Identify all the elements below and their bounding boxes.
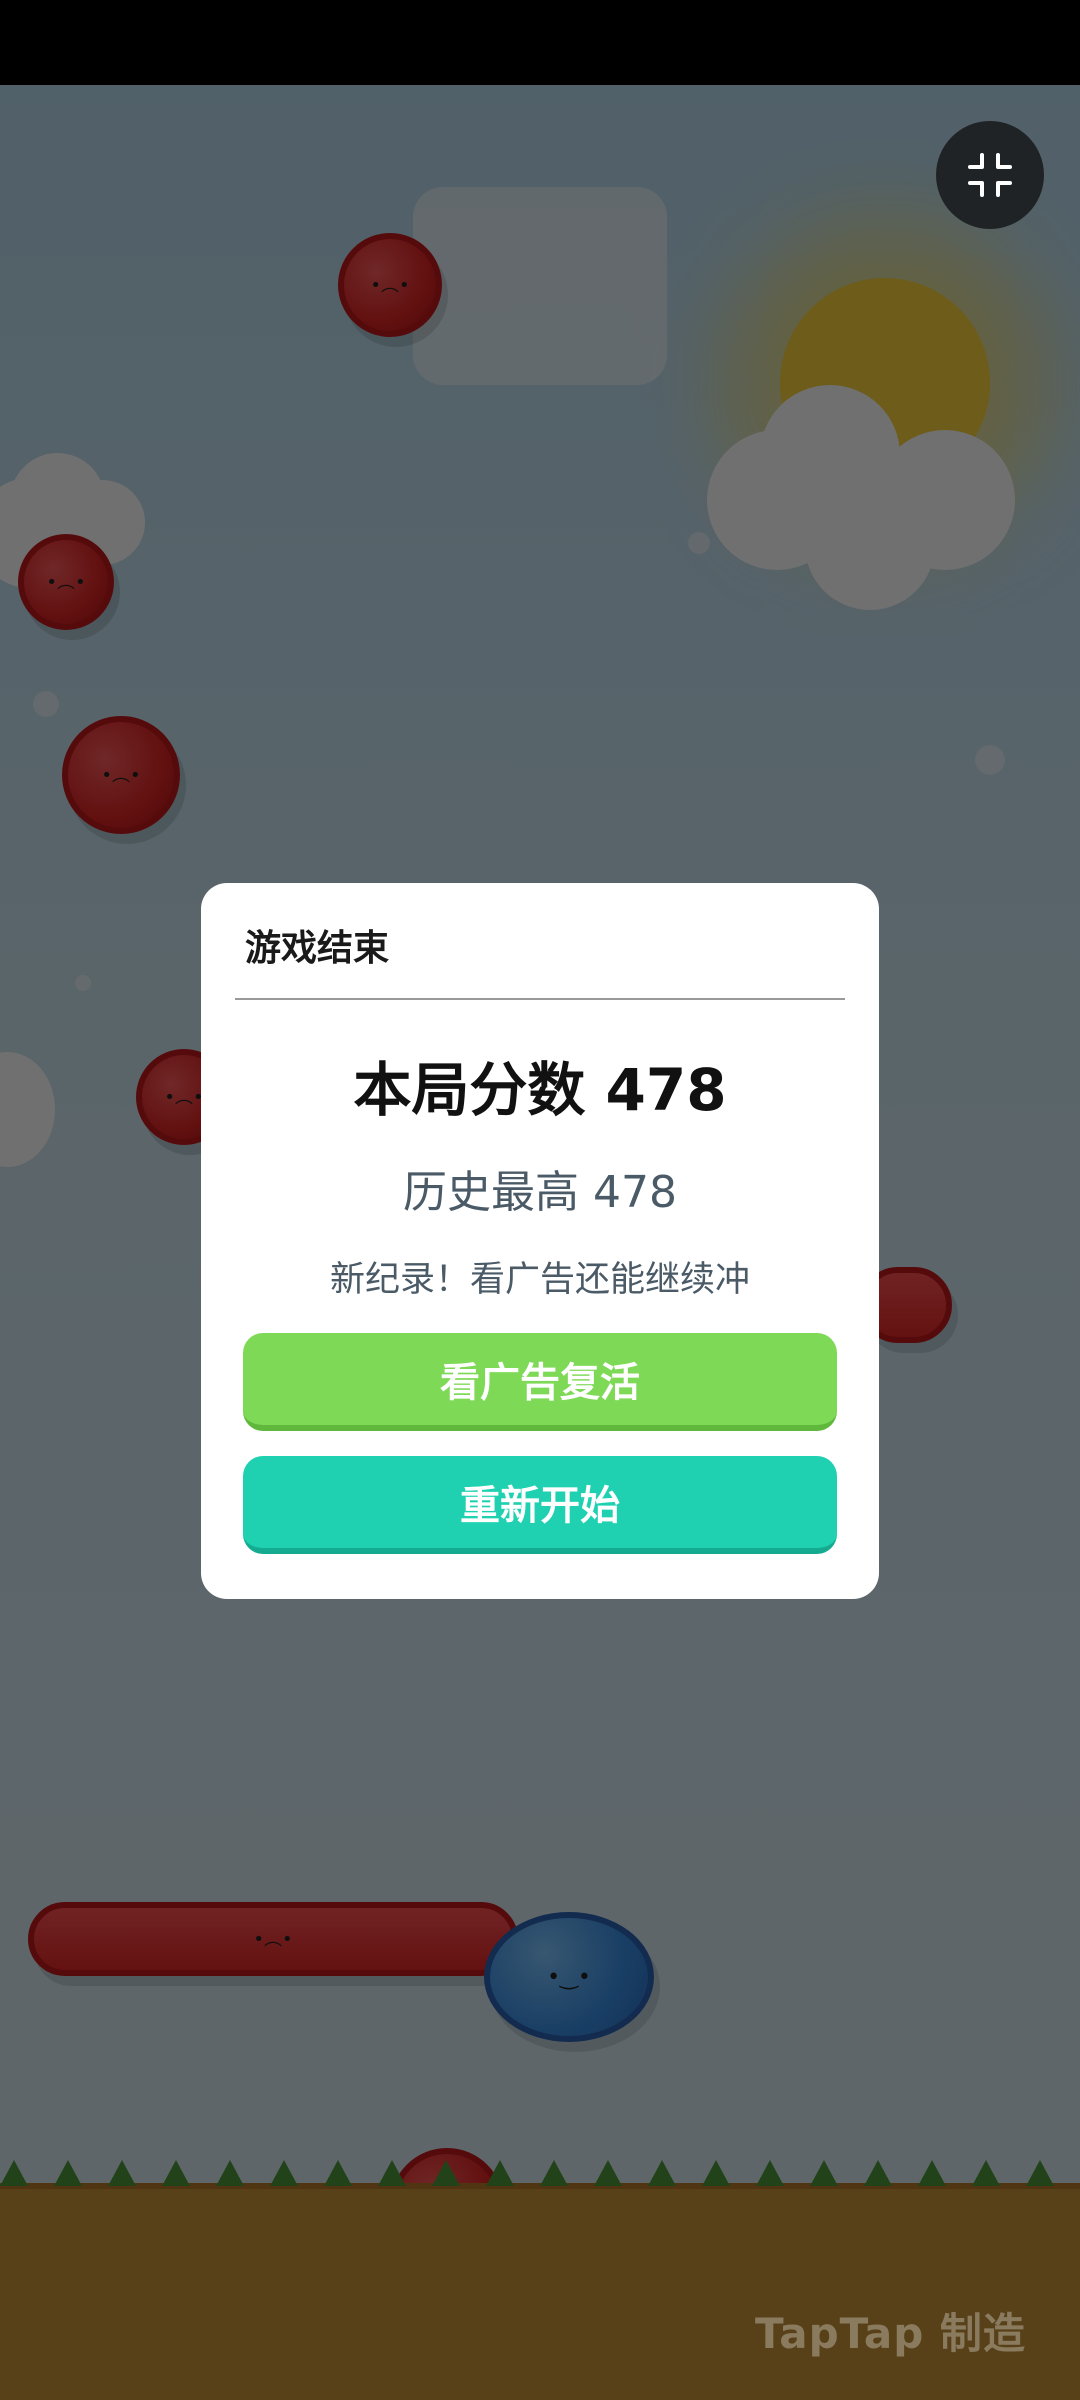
status-bar	[0, 0, 1080, 85]
restart-button[interactable]: 重新开始	[243, 1456, 837, 1554]
exit-fullscreen-button[interactable]	[936, 121, 1044, 229]
new-record-hint: 新纪录！看广告还能继续冲	[329, 1260, 750, 1300]
watch-ad-revive-button[interactable]: 看广告复活	[243, 1333, 837, 1431]
divider	[235, 998, 845, 1000]
dialog-title: 游戏结束	[245, 928, 390, 969]
taptap-watermark: TapTap 制造	[755, 2309, 1026, 2358]
current-score: 本局分数 478	[353, 1056, 727, 1124]
best-score: 历史最高 478	[403, 1167, 677, 1218]
exit-fullscreen-icon	[968, 153, 1012, 197]
game-over-dialog: 游戏结束 本局分数 478 历史最高 478 新纪录！看广告还能继续冲 看广告复…	[201, 883, 879, 1599]
